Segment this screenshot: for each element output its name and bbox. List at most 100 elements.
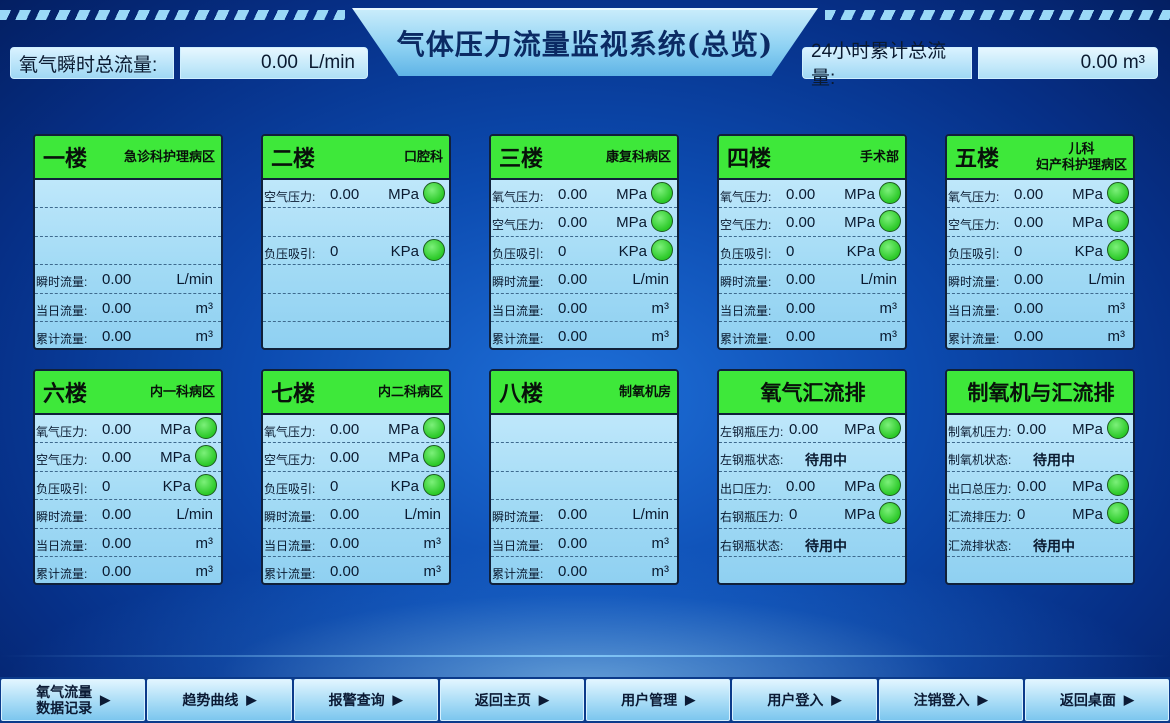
card-row: 空气压力: 0.00 MPa xyxy=(35,443,221,472)
row-value: 0.00 xyxy=(1017,421,1047,438)
card-row: 右钢瓶状态: 待用中 xyxy=(719,529,905,557)
row-value: 0.00 xyxy=(330,421,360,438)
oxygen-instant-flow-value: 0.00 L/min xyxy=(180,47,368,79)
play-arrow-icon: ▶ xyxy=(831,692,842,707)
nav-button[interactable]: 用户管理 ▶ xyxy=(586,679,731,721)
row-label: 氧气压力: xyxy=(492,190,544,204)
row-label: 当日流量: xyxy=(948,303,1000,318)
nav-button[interactable]: 用户登入 ▶ xyxy=(732,679,877,721)
row-label: 氧气压力: xyxy=(36,425,88,439)
status-led-icon xyxy=(1107,210,1129,233)
card-header: 八楼 制氧机房 xyxy=(491,371,677,415)
card-floor-title: 四楼 xyxy=(727,146,772,171)
row-status: 待用中 xyxy=(1033,537,1075,554)
status-led-icon xyxy=(879,238,901,261)
card-row: 当日流量: 0.00 m³ xyxy=(35,294,221,322)
card-header: 四楼 手术部 xyxy=(719,136,905,180)
row-unit: m³ xyxy=(195,299,214,317)
card-rows: 空气压力: 0.00 MPa 负压吸引: 0 KPa xyxy=(263,180,449,348)
card-row: 累计流量: 0.00 m³ xyxy=(35,557,221,583)
row-label: 累计流量: xyxy=(36,331,88,346)
nav-button[interactable]: 氧气流量 数据记录 ▶ xyxy=(1,679,146,721)
nav-button-label: 用户登入 xyxy=(767,692,824,708)
card-row xyxy=(35,180,221,209)
row-label: 瞬时流量: xyxy=(36,510,88,525)
row-unit: MPa xyxy=(1072,186,1103,203)
play-arrow-icon: ▶ xyxy=(977,692,988,707)
row-value: 0 xyxy=(786,242,795,260)
card-rows: 氧气压力: 0.00 MPa 空气压力: 0.00 MPa 负压吸引: 0 KPa 瞬时流量: 0.… xyxy=(947,180,1133,348)
bottom-navigation-bar: 氧气流量 数据记录 ▶ 趋势曲线 ▶ 报警查询 ▶ 返回主页 ▶ 用户管理 ▶ 用户登入 ▶ 注销登入 ▶… xyxy=(0,677,1170,723)
card-row: 空气压力: 0.00 MPa xyxy=(947,208,1133,237)
daily-total-flow-display: 24小时累计总流量: 0.00 m³ xyxy=(802,41,1158,89)
play-arrow-icon: ▶ xyxy=(392,692,403,707)
card-row: 当日流量: 0.00 m³ xyxy=(491,294,677,322)
row-value: 0.00 xyxy=(786,477,816,495)
row-value: 0.00 xyxy=(102,534,132,552)
nav-button[interactable]: 报警查询 ▶ xyxy=(293,679,438,721)
card-row xyxy=(263,322,449,348)
daily-total-flow-value: 0.00 m³ xyxy=(978,47,1158,79)
card-row: 氧气压力: 0.00 MPa xyxy=(491,180,677,209)
nav-button-label: 报警查询 xyxy=(328,692,385,708)
card-header: 五楼 儿科 妇产科护理病区 xyxy=(947,136,1133,180)
row-unit: m³ xyxy=(195,327,214,345)
oxygen-instant-flow-label: 氧气瞬时总流量: xyxy=(10,47,174,79)
card-department-name: 手术部 xyxy=(859,149,899,164)
row-label: 瞬时流量: xyxy=(264,510,316,525)
row-label: 氧气压力: xyxy=(264,425,316,439)
row-value: 0.00 xyxy=(330,449,360,467)
header-stripe-left xyxy=(0,10,345,20)
status-led-icon xyxy=(651,238,673,261)
card-row: 左钢瓶压力: 0.00 MPa xyxy=(719,415,905,444)
nav-button[interactable]: 趋势曲线 ▶ xyxy=(147,679,292,721)
title-banner: 气体压力流量监视系统(总览) xyxy=(352,8,818,76)
row-label: 负压吸引: xyxy=(264,481,316,496)
nav-button[interactable]: 返回桌面 ▶ xyxy=(1024,679,1169,721)
nav-button[interactable]: 注销登入 ▶ xyxy=(878,679,1023,721)
row-unit: KPa xyxy=(1074,242,1103,260)
row-value: 0 xyxy=(789,506,798,524)
status-led-icon xyxy=(879,182,901,204)
floor-card: 五楼 儿科 妇产科护理病区 氧气压力: 0.00 MPa 空气压力: 0.00 MPa 负压吸引… xyxy=(945,134,1135,350)
row-unit: MPa xyxy=(1072,477,1103,495)
status-led-icon xyxy=(879,502,901,525)
row-value: 0.00 xyxy=(102,562,132,580)
status-led-icon xyxy=(651,210,673,233)
status-led-icon xyxy=(423,182,445,204)
row-value: 0 xyxy=(558,242,567,260)
card-row xyxy=(491,472,677,501)
row-status: 待用中 xyxy=(805,537,847,554)
status-led-icon xyxy=(1107,417,1129,439)
card-floor-title: 制氧机与汇流排 xyxy=(967,382,1115,405)
row-value: 0.00 xyxy=(330,506,360,524)
card-row: 氧气压力: 0.00 MPa xyxy=(947,180,1133,209)
row-unit: L/min xyxy=(404,506,441,524)
floor-card: 制氧机与汇流排 制氧机压力: 0.00 MPa 制氧机状态: 待用中 出口总压力: 0.00 M… xyxy=(945,369,1135,585)
nav-button-label: 趋势曲线 xyxy=(182,692,239,708)
card-row: 氧气压力: 0.00 MPa xyxy=(719,180,905,209)
row-value: 0 xyxy=(102,477,111,495)
row-label: 瞬时流量: xyxy=(948,275,1000,290)
row-value: 0.00 xyxy=(330,186,360,203)
card-floor-title: 一楼 xyxy=(43,146,88,171)
row-label: 氧气压力: xyxy=(720,190,772,204)
row-value: 0.00 xyxy=(1014,186,1044,203)
row-value: 0 xyxy=(330,242,339,260)
status-led-icon xyxy=(423,445,445,468)
row-unit: MPa xyxy=(616,186,647,203)
card-row: 瞬时流量: 0.00 L/min xyxy=(491,265,677,294)
row-label: 负压吸引: xyxy=(948,246,1000,261)
nav-button[interactable]: 返回主页 ▶ xyxy=(439,679,584,721)
row-unit: L/min xyxy=(632,506,669,524)
card-row: 右钢瓶压力: 0 MPa xyxy=(719,500,905,529)
card-row: 汇流排压力: 0 MPa xyxy=(947,500,1133,529)
card-row: 负压吸引: 0 KPa xyxy=(35,472,221,501)
card-row: 左钢瓶状态: 待用中 xyxy=(719,443,905,472)
row-unit: m³ xyxy=(651,562,670,580)
row-unit: m³ xyxy=(1107,299,1126,317)
row-label: 空气压力: xyxy=(264,453,316,468)
floor-card: 氧气汇流排 左钢瓶压力: 0.00 MPa 左钢瓶状态: 待用中 出口压力: 0.00 MPa 右… xyxy=(717,369,907,585)
row-label: 空气压力: xyxy=(720,218,772,233)
card-header: 七楼 内二科病区 xyxy=(263,371,449,415)
